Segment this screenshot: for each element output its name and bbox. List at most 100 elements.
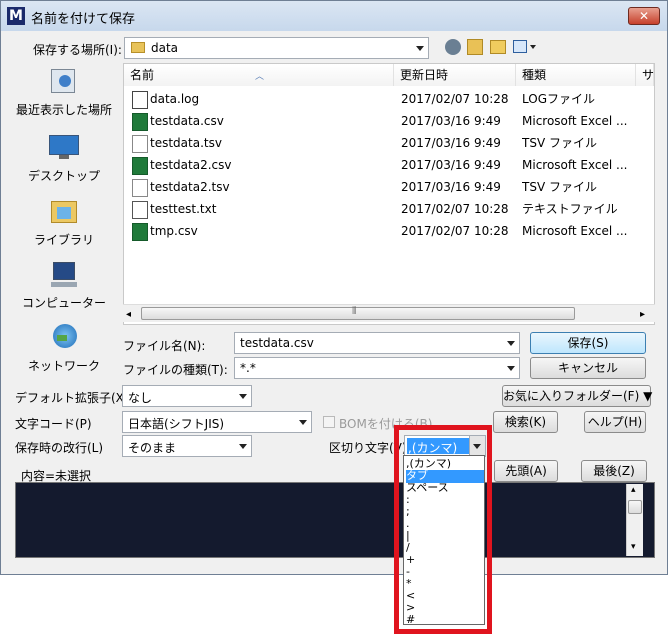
- column-label: 更新日時: [400, 68, 449, 82]
- chevron-down-icon: [239, 444, 247, 449]
- window-title: 名前を付けて保存: [31, 12, 136, 27]
- file-xls-icon: [132, 157, 148, 175]
- place-library[interactable]: ライブラリ: [9, 197, 119, 248]
- chevron-down-icon: [299, 420, 307, 425]
- newline-value: そのまま: [128, 441, 177, 455]
- computer-icon: [47, 260, 81, 290]
- location-value: data: [151, 41, 179, 55]
- charcode-select[interactable]: 日本語(シフトJIS): [122, 411, 312, 433]
- file-type: Microsoft Excel ...: [522, 114, 628, 128]
- close-icon: ✕: [638, 9, 650, 23]
- column-label: 名前: [130, 68, 155, 82]
- network-icon: [47, 323, 81, 353]
- file-blank-icon: [132, 135, 148, 153]
- location-label: 保存する場所(I):: [33, 43, 122, 57]
- vertical-scrollbar[interactable]: ▴ ▾: [626, 484, 643, 556]
- file-row[interactable]: testtest.txt 2017/02/07 10:28 テキストファイル: [124, 198, 654, 220]
- up-folder-icon[interactable]: [467, 39, 483, 55]
- place-computer[interactable]: コンピューター: [9, 260, 119, 311]
- filetype-value: *.*: [240, 361, 256, 375]
- column-header-size[interactable]: サ: [636, 64, 654, 86]
- view-menu-icon[interactable]: [513, 40, 537, 54]
- folder-icon: [131, 42, 145, 53]
- places-bar: 最近表示した場所 デスクトップ ライブラリ コンピューター ネットワーク: [9, 65, 119, 381]
- filename-input[interactable]: testdata.csv: [234, 332, 520, 354]
- file-date: 2017/03/16 9:49: [401, 158, 501, 172]
- filetype-label: ファイルの種類(T):: [123, 363, 228, 377]
- location-combo[interactable]: data: [124, 37, 429, 59]
- title-bar: M 名前を付けて保存 ✕: [1, 1, 667, 31]
- file-row[interactable]: tmp.csv 2017/02/07 10:28 Microsoft Excel .…: [124, 220, 654, 242]
- file-type: Microsoft Excel ...: [522, 224, 628, 238]
- ext-label: デフォルト拡張子(X): [15, 391, 129, 405]
- column-header-date[interactable]: 更新日時: [394, 64, 516, 86]
- file-txt-icon: [132, 201, 148, 219]
- file-type: Microsoft Excel ...: [522, 158, 628, 172]
- file-date: 2017/03/16 9:49: [401, 136, 501, 150]
- filetype-select[interactable]: *.*: [234, 357, 520, 379]
- filename-label: ファイル名(N):: [123, 339, 206, 353]
- chevron-down-icon: [416, 46, 424, 51]
- file-date: 2017/02/07 10:28: [401, 202, 509, 216]
- bom-checkbox[interactable]: [323, 416, 335, 428]
- scroll-thumb[interactable]: [628, 500, 642, 514]
- column-label: 種類: [522, 68, 547, 82]
- file-date: 2017/03/16 9:49: [401, 114, 501, 128]
- newline-select[interactable]: そのまま: [122, 435, 252, 457]
- help-button[interactable]: ヘルプ(H): [584, 411, 646, 433]
- file-row[interactable]: data.log 2017/02/07 10:28 LOGファイル: [124, 88, 654, 110]
- chevron-down-icon: [239, 394, 247, 399]
- file-name: tmp.csv: [150, 224, 198, 238]
- scroll-left-icon[interactable]: ◂: [126, 309, 131, 320]
- desktop-icon: [47, 133, 81, 163]
- column-label: サ: [642, 68, 655, 82]
- place-label: コンピューター: [21, 296, 106, 310]
- place-label: デスクトップ: [27, 169, 100, 183]
- file-row[interactable]: testdata.tsv 2017/03/16 9:49 TSV ファイル: [124, 132, 654, 154]
- file-date: 2017/02/07 10:28: [401, 92, 509, 106]
- file-xls-icon: [132, 113, 148, 131]
- newline-label: 保存時の改行(L): [15, 441, 104, 455]
- file-row[interactable]: testdata2.csv 2017/03/16 9:49 Microsoft Ex…: [124, 154, 654, 176]
- place-desktop[interactable]: デスクトップ: [9, 133, 119, 184]
- file-name: testtest.txt: [150, 202, 217, 216]
- last-button[interactable]: 最後(Z): [581, 460, 647, 482]
- search-button[interactable]: 検索(K): [493, 411, 558, 433]
- first-button[interactable]: 先頭(A): [494, 460, 558, 482]
- file-name: data.log: [150, 92, 200, 106]
- save-dialog: M 名前を付けて保存 ✕ 保存する場所(I): data 最近表示した場所 デス…: [0, 0, 668, 575]
- cancel-button[interactable]: キャンセル: [530, 357, 646, 379]
- place-network[interactable]: ネットワーク: [9, 323, 119, 374]
- charcode-label: 文字コード(P): [15, 417, 92, 431]
- scroll-up-icon[interactable]: ▴: [631, 485, 636, 495]
- new-folder-icon[interactable]: [490, 40, 506, 54]
- close-button[interactable]: ✕: [628, 7, 660, 25]
- column-header-name[interactable]: 名前 ︿: [124, 64, 394, 86]
- scroll-thumb[interactable]: ⦀: [141, 306, 575, 320]
- file-row[interactable]: testdata.csv 2017/03/16 9:49 Microsoft Exc…: [124, 110, 654, 132]
- file-name: testdata2.tsv: [150, 180, 230, 194]
- favorites-button[interactable]: お気に入りフォルダー(F) ▼: [502, 385, 652, 407]
- back-icon[interactable]: [445, 39, 461, 55]
- recent-places-icon: [47, 67, 81, 97]
- place-label: 最近表示した場所: [15, 103, 112, 117]
- place-recent[interactable]: 最近表示した場所: [9, 67, 119, 118]
- content-preview[interactable]: [15, 482, 655, 558]
- file-row[interactable]: testdata2.tsv 2017/03/16 9:49 TSV ファイル: [124, 176, 654, 198]
- file-name: testdata.csv: [150, 114, 224, 128]
- save-button[interactable]: 保存(S): [530, 332, 646, 354]
- file-date: 2017/02/07 10:28: [401, 224, 509, 238]
- file-list[interactable]: 名前 ︿ 更新日時 種類 サ data.log 2017/02/07 10:28 L…: [123, 63, 655, 325]
- place-label: ライブラリ: [33, 233, 94, 247]
- horizontal-scrollbar[interactable]: ◂ ⦀ ▸: [123, 304, 655, 322]
- column-header-type[interactable]: 種類: [516, 64, 636, 86]
- scroll-down-icon[interactable]: ▾: [631, 542, 636, 552]
- ext-value: なし: [128, 391, 153, 405]
- scroll-right-icon[interactable]: ▸: [640, 309, 645, 320]
- place-label: ネットワーク: [27, 359, 100, 373]
- file-type: LOGファイル: [522, 92, 596, 106]
- ext-select[interactable]: なし: [122, 385, 252, 407]
- file-type: TSV ファイル: [522, 180, 597, 194]
- file-name: testdata.tsv: [150, 136, 222, 150]
- file-type: テキストファイル: [522, 202, 618, 216]
